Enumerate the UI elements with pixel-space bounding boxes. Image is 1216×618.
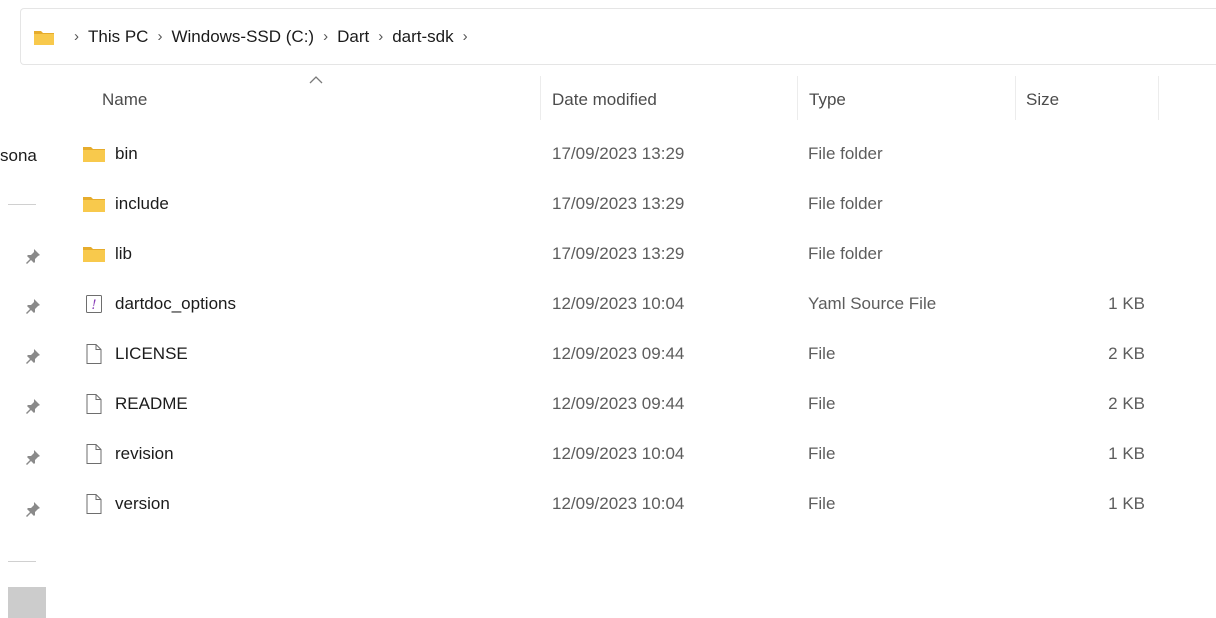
file-type: File folder <box>808 144 883 163</box>
column-divider[interactable] <box>797 76 798 120</box>
file-name-cell[interactable]: version <box>82 479 170 529</box>
file-size: 2 KB <box>1108 344 1145 363</box>
file-type: File folder <box>808 194 883 213</box>
file-name: lib <box>115 244 133 263</box>
file-icon <box>82 342 106 366</box>
column-header-size[interactable]: Size <box>1026 78 1059 122</box>
file-date-modified: 12/09/2023 10:04 <box>552 494 685 513</box>
breadcrumb-this-pc[interactable]: This PC <box>88 27 148 47</box>
folder-icon <box>82 192 106 216</box>
file-size: 1 KB <box>1108 444 1145 463</box>
pin-icon <box>25 398 41 414</box>
file-row[interactable]: include 17/09/2023 13:29 File folder <box>50 179 1210 229</box>
file-size: 1 KB <box>1108 294 1145 313</box>
file-size <box>1095 179 1145 229</box>
pin-icon <box>25 298 41 314</box>
column-header-date-modified[interactable]: Date modified <box>552 78 657 122</box>
file-name: include <box>115 194 169 213</box>
file-row[interactable]: version 12/09/2023 10:04 File 1 KB <box>50 479 1210 529</box>
nav-selected-item[interactable] <box>8 587 46 618</box>
file-type: File <box>808 394 836 413</box>
folder-icon <box>82 242 106 266</box>
file-name-cell[interactable]: revision <box>82 429 174 479</box>
file-name: README <box>115 394 188 413</box>
file-row[interactable]: README 12/09/2023 09:44 File 2 KB <box>50 379 1210 429</box>
file-date-modified: 12/09/2023 10:04 <box>552 444 685 463</box>
file-size: 2 KB <box>1108 394 1145 413</box>
column-divider[interactable] <box>540 76 541 120</box>
file-date-modified: 17/09/2023 13:29 <box>552 194 685 213</box>
folder-icon <box>33 28 55 46</box>
file-row[interactable]: bin 17/09/2023 13:29 File folder <box>50 129 1210 179</box>
column-header-name[interactable]: Name <box>102 78 147 122</box>
file-date-modified: 12/09/2023 10:04 <box>552 294 685 313</box>
breadcrumb-dart[interactable]: Dart <box>337 27 369 47</box>
file-name-cell[interactable]: ! dartdoc_options <box>82 279 236 329</box>
sort-ascending-icon <box>309 72 323 84</box>
file-name: version <box>115 494 170 513</box>
pin-icon <box>25 501 41 517</box>
file-row[interactable]: LICENSE 12/09/2023 09:44 File 2 KB <box>50 329 1210 379</box>
file-name-cell[interactable]: LICENSE <box>82 329 188 379</box>
file-name-cell[interactable]: include <box>82 179 169 229</box>
file-icon <box>82 392 106 416</box>
file-type: File <box>808 444 836 463</box>
file-icon <box>82 442 106 466</box>
file-name: revision <box>115 444 174 463</box>
nav-divider <box>8 561 36 562</box>
file-date-modified: 12/09/2023 09:44 <box>552 344 685 363</box>
breadcrumb-separator[interactable]: › <box>463 28 468 45</box>
breadcrumb-dart-sdk[interactable]: dart-sdk <box>392 27 453 47</box>
file-type: File <box>808 494 836 513</box>
file-date-modified: 12/09/2023 09:44 <box>552 394 685 413</box>
pin-icon <box>25 248 41 264</box>
file-row[interactable]: lib 17/09/2023 13:29 File folder <box>50 229 1210 279</box>
column-divider[interactable] <box>1158 76 1159 120</box>
column-header-type[interactable]: Type <box>809 78 846 122</box>
breadcrumb-separator: › <box>74 28 79 45</box>
breadcrumb-separator[interactable]: › <box>323 28 328 45</box>
file-row[interactable]: revision 12/09/2023 10:04 File 1 KB <box>50 429 1210 479</box>
address-bar[interactable]: › This PC › Windows-SSD (C:) › Dart › da… <box>20 8 1216 65</box>
file-name: bin <box>115 144 138 163</box>
file-size <box>1095 229 1145 279</box>
pin-icon <box>25 449 41 465</box>
breadcrumb-windows-ssd[interactable]: Windows-SSD (C:) <box>171 27 314 47</box>
yaml-file-icon: ! <box>82 292 106 316</box>
nav-item-label[interactable]: sona <box>0 146 37 166</box>
file-name-cell[interactable]: bin <box>82 129 138 179</box>
file-name-cell[interactable]: README <box>82 379 188 429</box>
file-name: LICENSE <box>115 344 188 363</box>
file-type: File <box>808 344 836 363</box>
file-icon <box>82 492 106 516</box>
file-size: 1 KB <box>1108 494 1145 513</box>
folder-icon <box>82 142 106 166</box>
file-type: Yaml Source File <box>808 294 937 313</box>
pin-icon <box>25 348 41 364</box>
column-divider[interactable] <box>1015 76 1016 120</box>
nav-divider <box>8 204 36 205</box>
breadcrumb-separator[interactable]: › <box>378 28 383 45</box>
file-type: File folder <box>808 244 883 263</box>
file-date-modified: 17/09/2023 13:29 <box>552 244 685 263</box>
file-name-cell[interactable]: lib <box>82 229 132 279</box>
file-date-modified: 17/09/2023 13:29 <box>552 144 685 163</box>
file-size <box>1095 129 1145 179</box>
file-name: dartdoc_options <box>115 294 236 313</box>
breadcrumb-separator[interactable]: › <box>157 28 162 45</box>
file-row[interactable]: ! dartdoc_options 12/09/2023 10:04 Yaml Sou… <box>50 279 1210 329</box>
svg-text:!: ! <box>91 298 96 313</box>
navigation-pane: sona <box>0 65 50 618</box>
